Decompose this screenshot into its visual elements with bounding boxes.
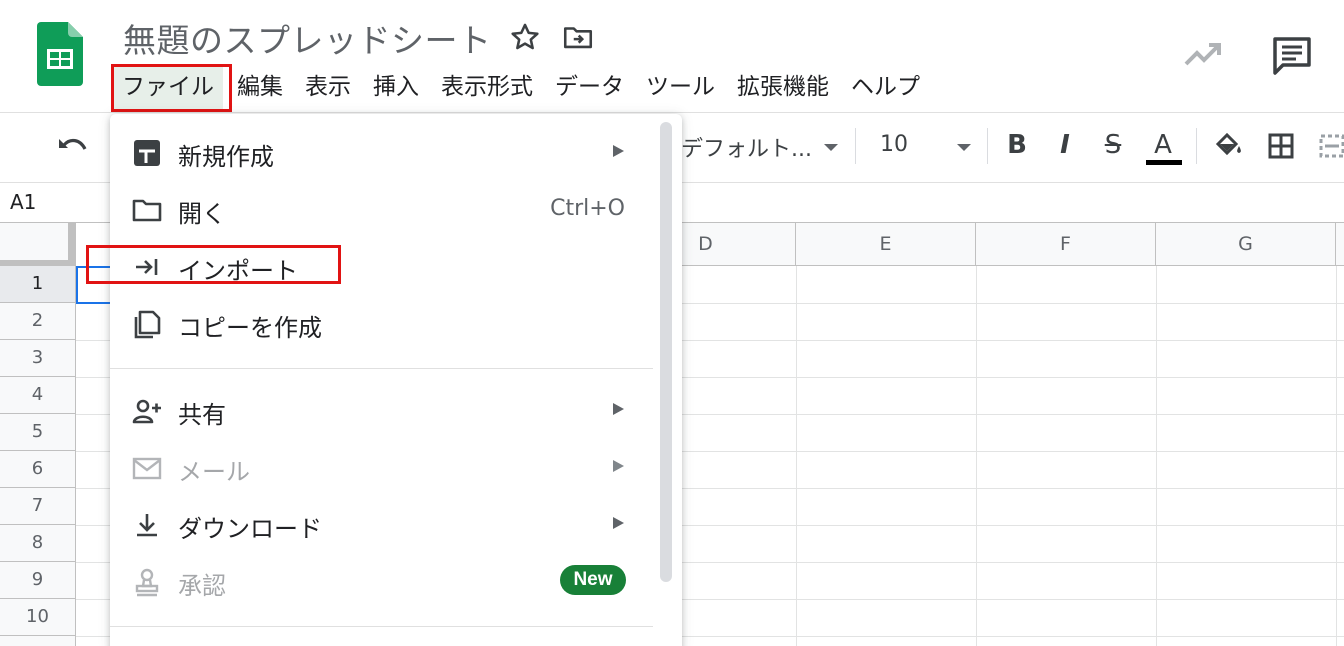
menu-insert[interactable]: 挿入 xyxy=(362,64,430,110)
name-box[interactable]: A1 xyxy=(10,190,36,214)
file-menu-dropdown: 新規作成 開く Ctrl+O インポート コピーを作成 共有 メール ダウンロー… xyxy=(110,114,682,646)
column-header-e[interactable]: E xyxy=(796,223,976,266)
text-color-swatch xyxy=(1146,160,1182,165)
row-header-10[interactable]: 10 xyxy=(0,599,76,636)
grid-column-line xyxy=(976,266,977,646)
file-menu-new[interactable]: 新規作成 xyxy=(110,124,655,180)
copy-icon xyxy=(132,309,162,339)
file-menu-make-copy[interactable]: コピーを作成 xyxy=(110,295,655,351)
new-badge: New xyxy=(560,565,626,595)
file-menu-approvals-label: 承認 xyxy=(178,572,226,600)
file-menu-open[interactable]: 開く Ctrl+O xyxy=(110,181,655,237)
column-header-g[interactable]: G xyxy=(1156,223,1336,266)
borders-icon[interactable] xyxy=(1267,132,1295,160)
column-header-f[interactable]: F xyxy=(976,223,1156,266)
row-header-5[interactable]: 5 xyxy=(0,414,76,451)
chevron-down-icon[interactable] xyxy=(957,144,971,151)
file-menu-import[interactable]: インポート xyxy=(110,238,655,294)
row-header-2[interactable]: 2 xyxy=(0,303,76,340)
grid-column-line xyxy=(796,266,797,646)
text-color-button[interactable]: A xyxy=(1146,130,1182,165)
toolbar-divider xyxy=(987,128,988,164)
chevron-down-icon[interactable] xyxy=(824,144,838,151)
sheets-logo-icon[interactable] xyxy=(37,22,83,86)
file-menu-open-shortcut: Ctrl+O xyxy=(550,196,625,221)
file-menu-approvals[interactable]: 承認 New xyxy=(110,553,655,609)
menu-format[interactable]: 表示形式 xyxy=(430,64,544,110)
approval-stamp-icon xyxy=(132,567,162,597)
strikethrough-button[interactable]: S xyxy=(1099,130,1127,164)
submenu-arrow-icon xyxy=(613,403,624,415)
row-header-3[interactable]: 3 xyxy=(0,340,76,377)
download-icon xyxy=(132,510,162,540)
grid-column-line xyxy=(1156,266,1157,646)
column-header-h[interactable] xyxy=(1336,223,1344,266)
menu-tools[interactable]: ツール xyxy=(635,64,726,110)
mail-icon xyxy=(132,453,162,483)
new-sheet-icon xyxy=(132,138,162,168)
document-title[interactable]: 無題のスプレッドシート xyxy=(123,14,492,62)
row-header-7[interactable]: 7 xyxy=(0,488,76,525)
menu-bar: ファイル 編集 表示 挿入 表示形式 データ ツール 拡張機能 ヘルプ xyxy=(112,64,931,110)
file-menu-email-label: メール xyxy=(178,458,250,486)
menu-divider xyxy=(110,626,653,627)
row-header-8[interactable]: 8 xyxy=(0,525,76,562)
menu-extensions[interactable]: 拡張機能 xyxy=(726,64,840,110)
merge-cells-icon[interactable] xyxy=(1318,132,1344,160)
folder-icon xyxy=(132,195,162,225)
italic-button[interactable]: I xyxy=(1052,130,1078,164)
file-menu-download-label: ダウンロード xyxy=(178,515,322,543)
toolbar-divider xyxy=(855,128,856,164)
file-menu-email[interactable]: メール xyxy=(110,439,655,495)
file-menu-open-label: 開く xyxy=(178,200,226,228)
menu-edit[interactable]: 編集 xyxy=(226,64,294,110)
menu-scrollbar[interactable] xyxy=(660,122,672,582)
file-menu-new-label: 新規作成 xyxy=(178,143,274,171)
menu-help[interactable]: ヘルプ xyxy=(840,64,931,110)
file-menu-download[interactable]: ダウンロード xyxy=(110,496,655,552)
toolbar-divider xyxy=(1196,128,1197,164)
fill-color-icon[interactable] xyxy=(1214,132,1244,160)
share-person-icon xyxy=(132,396,162,426)
file-menu-import-label: インポート xyxy=(178,257,298,285)
row-header-6[interactable]: 6 xyxy=(0,451,76,488)
file-menu-share-label: 共有 xyxy=(178,401,226,429)
bold-button[interactable]: B xyxy=(1003,130,1031,164)
file-menu-make-copy-label: コピーを作成 xyxy=(178,314,322,342)
row-header-4[interactable]: 4 xyxy=(0,377,76,414)
menu-divider xyxy=(110,368,653,369)
grid-column-line xyxy=(1336,266,1337,646)
menu-data[interactable]: データ xyxy=(544,64,635,110)
submenu-arrow-icon xyxy=(613,517,624,529)
submenu-arrow-icon xyxy=(613,145,624,157)
menu-view[interactable]: 表示 xyxy=(294,64,362,110)
row-header-9[interactable]: 9 xyxy=(0,562,76,599)
import-icon xyxy=(132,252,162,282)
menu-file[interactable]: ファイル xyxy=(112,64,223,110)
trending-icon[interactable] xyxy=(1184,40,1222,68)
text-color-label: A xyxy=(1154,130,1172,160)
row-header-1[interactable]: 1 xyxy=(0,266,76,303)
header-divider xyxy=(0,112,1344,113)
submenu-arrow-icon xyxy=(613,460,624,472)
star-icon[interactable] xyxy=(508,20,542,54)
move-to-folder-icon[interactable] xyxy=(561,20,595,54)
comment-icon[interactable] xyxy=(1272,36,1312,76)
file-menu-share[interactable]: 共有 xyxy=(110,382,655,438)
font-family-select[interactable]: デフォルト... xyxy=(681,131,812,163)
font-size-select[interactable]: 10 xyxy=(880,132,908,157)
row-header-11[interactable] xyxy=(0,636,76,646)
undo-icon[interactable] xyxy=(56,135,88,159)
